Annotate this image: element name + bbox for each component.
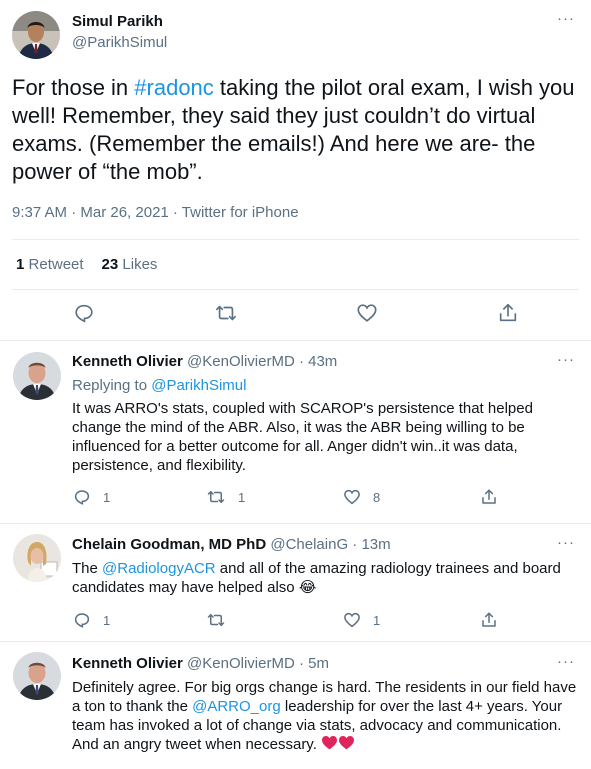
mention-link[interactable]: @RadiologyACR xyxy=(102,560,216,577)
author-name[interactable]: Kenneth Olivier xyxy=(72,353,183,370)
share-icon xyxy=(480,488,498,506)
reply-time[interactable]: · 43m xyxy=(299,353,337,370)
divider xyxy=(12,289,579,290)
share-button[interactable] xyxy=(480,488,498,506)
retweet-button[interactable] xyxy=(206,611,226,629)
reply-tweet[interactable]: Kenneth Olivier @KenOlivierMD · 43m ··· … xyxy=(0,341,591,524)
reply-count: 1 xyxy=(103,489,111,505)
author-handle[interactable]: @KenOlivierMD xyxy=(187,655,295,672)
like-button[interactable]: 1 xyxy=(343,611,380,629)
like-button[interactable] xyxy=(356,302,378,324)
more-options-button[interactable]: ··· xyxy=(557,534,575,551)
tweet-timestamp[interactable]: 9:37 AM · Mar 26, 2021 · Twitter for iPh… xyxy=(12,204,299,221)
red-heart-emoji xyxy=(321,735,338,755)
more-options-button[interactable]: ··· xyxy=(557,351,575,368)
heart-icon xyxy=(343,488,361,506)
reply-tweet[interactable]: Kenneth Olivier @KenOlivierMD · 5m ··· D… xyxy=(0,642,591,769)
likes-stat[interactable]: 23 Likes xyxy=(102,256,158,273)
author-handle[interactable]: @ParikhSimul xyxy=(72,34,167,51)
author-handle[interactable]: @KenOlivierMD xyxy=(187,353,295,370)
reply-header: Kenneth Olivier @KenOlivierMD · 43m xyxy=(72,353,337,370)
divider xyxy=(12,239,579,240)
share-button[interactable] xyxy=(497,302,519,324)
retweet-icon xyxy=(206,488,226,506)
reply-text: It was ARRO's stats, coupled with SCAROP… xyxy=(72,400,533,474)
share-icon xyxy=(497,302,519,324)
author-name[interactable]: Chelain Goodman, MD PhD xyxy=(72,536,266,553)
reply-count: 1 xyxy=(103,612,111,628)
avatar[interactable] xyxy=(13,534,61,582)
retweets-stat[interactable]: 1 Retweet xyxy=(16,256,84,273)
reply-icon xyxy=(73,302,95,324)
like-button[interactable]: 8 xyxy=(343,488,380,506)
engagement-stats: 1 Retweet 23 Likes xyxy=(16,256,157,273)
reply-header: Kenneth Olivier @KenOlivierMD · 5m xyxy=(72,655,329,672)
mention-link[interactable]: @ARRO_org xyxy=(192,698,281,715)
main-tweet: Simul Parikh @ParikhSimul ··· For those … xyxy=(0,0,591,341)
author-handle[interactable]: @ChelainG xyxy=(270,536,348,553)
heart-icon xyxy=(356,302,378,324)
emoji-laughing: 😂 xyxy=(298,579,317,596)
replying-to-link[interactable]: @ParikhSimul xyxy=(151,377,246,394)
like-count: 8 xyxy=(373,489,381,505)
tweet-text-start: For those in xyxy=(12,75,135,100)
red-heart-emoji xyxy=(338,735,355,755)
reply-icon xyxy=(73,488,91,506)
more-options-button[interactable]: ··· xyxy=(557,10,575,27)
avatar[interactable] xyxy=(13,652,61,700)
like-count: 1 xyxy=(373,612,381,628)
avatar[interactable] xyxy=(13,352,61,400)
tweet-actions xyxy=(0,302,591,328)
retweet-button[interactable] xyxy=(214,302,238,324)
share-button[interactable] xyxy=(480,611,498,629)
reply-button[interactable]: 1 xyxy=(73,611,110,629)
replying-to: Replying to @ParikhSimul xyxy=(72,377,247,394)
avatar[interactable] xyxy=(12,11,60,59)
heart-icon xyxy=(343,611,361,629)
reply-button[interactable]: 1 xyxy=(73,488,110,506)
reply-tweet[interactable]: Chelain Goodman, MD PhD @ChelainG · 13m … xyxy=(0,524,591,642)
reply-time[interactable]: · 5m xyxy=(299,655,329,672)
hashtag-link[interactable]: #radonc xyxy=(134,75,214,100)
share-icon xyxy=(480,611,498,629)
retweet-icon xyxy=(214,302,238,324)
reply-icon xyxy=(73,611,91,629)
reply-text: Definitely agree. For big orgs change is… xyxy=(72,678,577,755)
retweet-icon xyxy=(206,611,226,629)
tweet-body: For those in #radonc taking the pilot or… xyxy=(12,74,582,186)
more-options-button[interactable]: ··· xyxy=(557,653,575,670)
retweet-count: 1 xyxy=(238,489,246,505)
retweet-button[interactable]: 1 xyxy=(206,488,245,506)
reply-time[interactable]: · 13m xyxy=(352,536,390,553)
author-name[interactable]: Kenneth Olivier xyxy=(72,655,183,672)
author-name[interactable]: Simul Parikh xyxy=(72,13,163,30)
reply-button[interactable] xyxy=(73,302,95,324)
reply-text: The @RadiologyACR and all of the amazing… xyxy=(72,560,561,596)
reply-header: Chelain Goodman, MD PhD @ChelainG · 13m xyxy=(72,536,391,553)
